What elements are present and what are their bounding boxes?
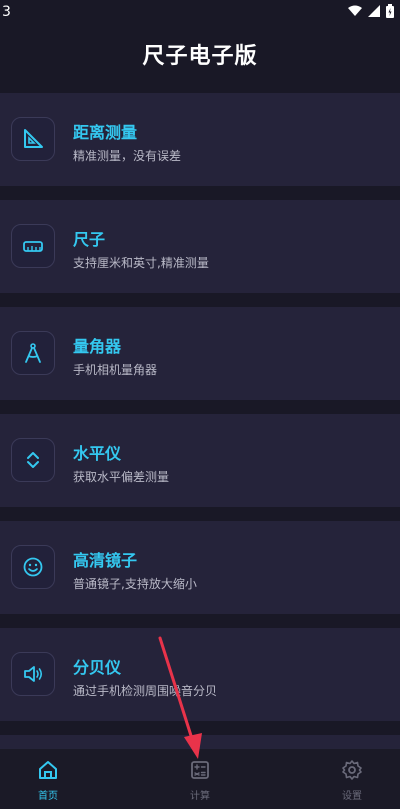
feature-card-mirror[interactable]: 高清镜子 普通镜子,支持放大缩小 [0, 521, 400, 614]
feature-subtitle: 手机相机量角器 [73, 363, 158, 377]
tab-label: 首页 [38, 791, 58, 802]
wifi-icon [348, 5, 362, 16]
feature-card-protractor[interactable]: 量角器 手机相机量角器 [0, 307, 400, 400]
tab-label: 计算 [190, 791, 210, 802]
gear-icon [342, 760, 362, 780]
feature-title: 分贝仪 [73, 658, 122, 677]
feature-list: 距离测量 精准测量，没有误差 尺子 支持厘米和英寸,精准测量 量角器 手机相机量… [0, 93, 400, 755]
feature-subtitle: 获取水平偏差测量 [73, 470, 170, 484]
feature-card-decibel[interactable]: 分贝仪 通过手机检测周围噪音分贝 [0, 628, 400, 721]
level-icon [11, 438, 55, 482]
feature-title: 距离测量 [73, 123, 138, 142]
feature-subtitle: 通过手机检测周围噪音分贝 [73, 684, 218, 698]
feature-title: 水平仪 [73, 444, 122, 463]
ruler-icon [11, 224, 55, 268]
feature-title: 尺子 [73, 230, 106, 249]
tab-label: 设置 [342, 791, 362, 802]
feature-title: 高清镜子 [73, 551, 138, 570]
tab-settings[interactable]: 设置 [304, 749, 400, 809]
page-title: 尺子电子版 [142, 44, 258, 69]
battery-icon [386, 4, 394, 18]
feature-card-level[interactable]: 水平仪 获取水平偏差测量 [0, 414, 400, 507]
set-square-icon [11, 117, 55, 161]
feature-title: 量角器 [73, 337, 122, 356]
feature-subtitle: 支持厘米和英寸,精准测量 [73, 256, 209, 270]
tab-calculate[interactable]: 计算 [152, 749, 248, 809]
speaker-icon [11, 652, 55, 696]
smiley-icon [11, 545, 55, 589]
compass-icon [11, 331, 55, 375]
bottom-tab-bar: 首页 计算 设置 [0, 748, 400, 809]
feature-card-ruler[interactable]: 尺子 支持厘米和英寸,精准测量 [0, 200, 400, 293]
status-icons [348, 4, 394, 18]
calculator-icon [191, 761, 209, 779]
status-bar: 3 [0, 0, 400, 24]
status-time: 3 [2, 4, 11, 20]
feature-card-distance[interactable]: 距离测量 精准测量，没有误差 [0, 93, 400, 186]
signal-icon [368, 5, 380, 17]
feature-subtitle: 精准测量，没有误差 [73, 149, 182, 163]
home-icon [39, 761, 57, 779]
feature-subtitle: 普通镜子,支持放大缩小 [73, 577, 197, 591]
tab-home[interactable]: 首页 [0, 749, 96, 809]
